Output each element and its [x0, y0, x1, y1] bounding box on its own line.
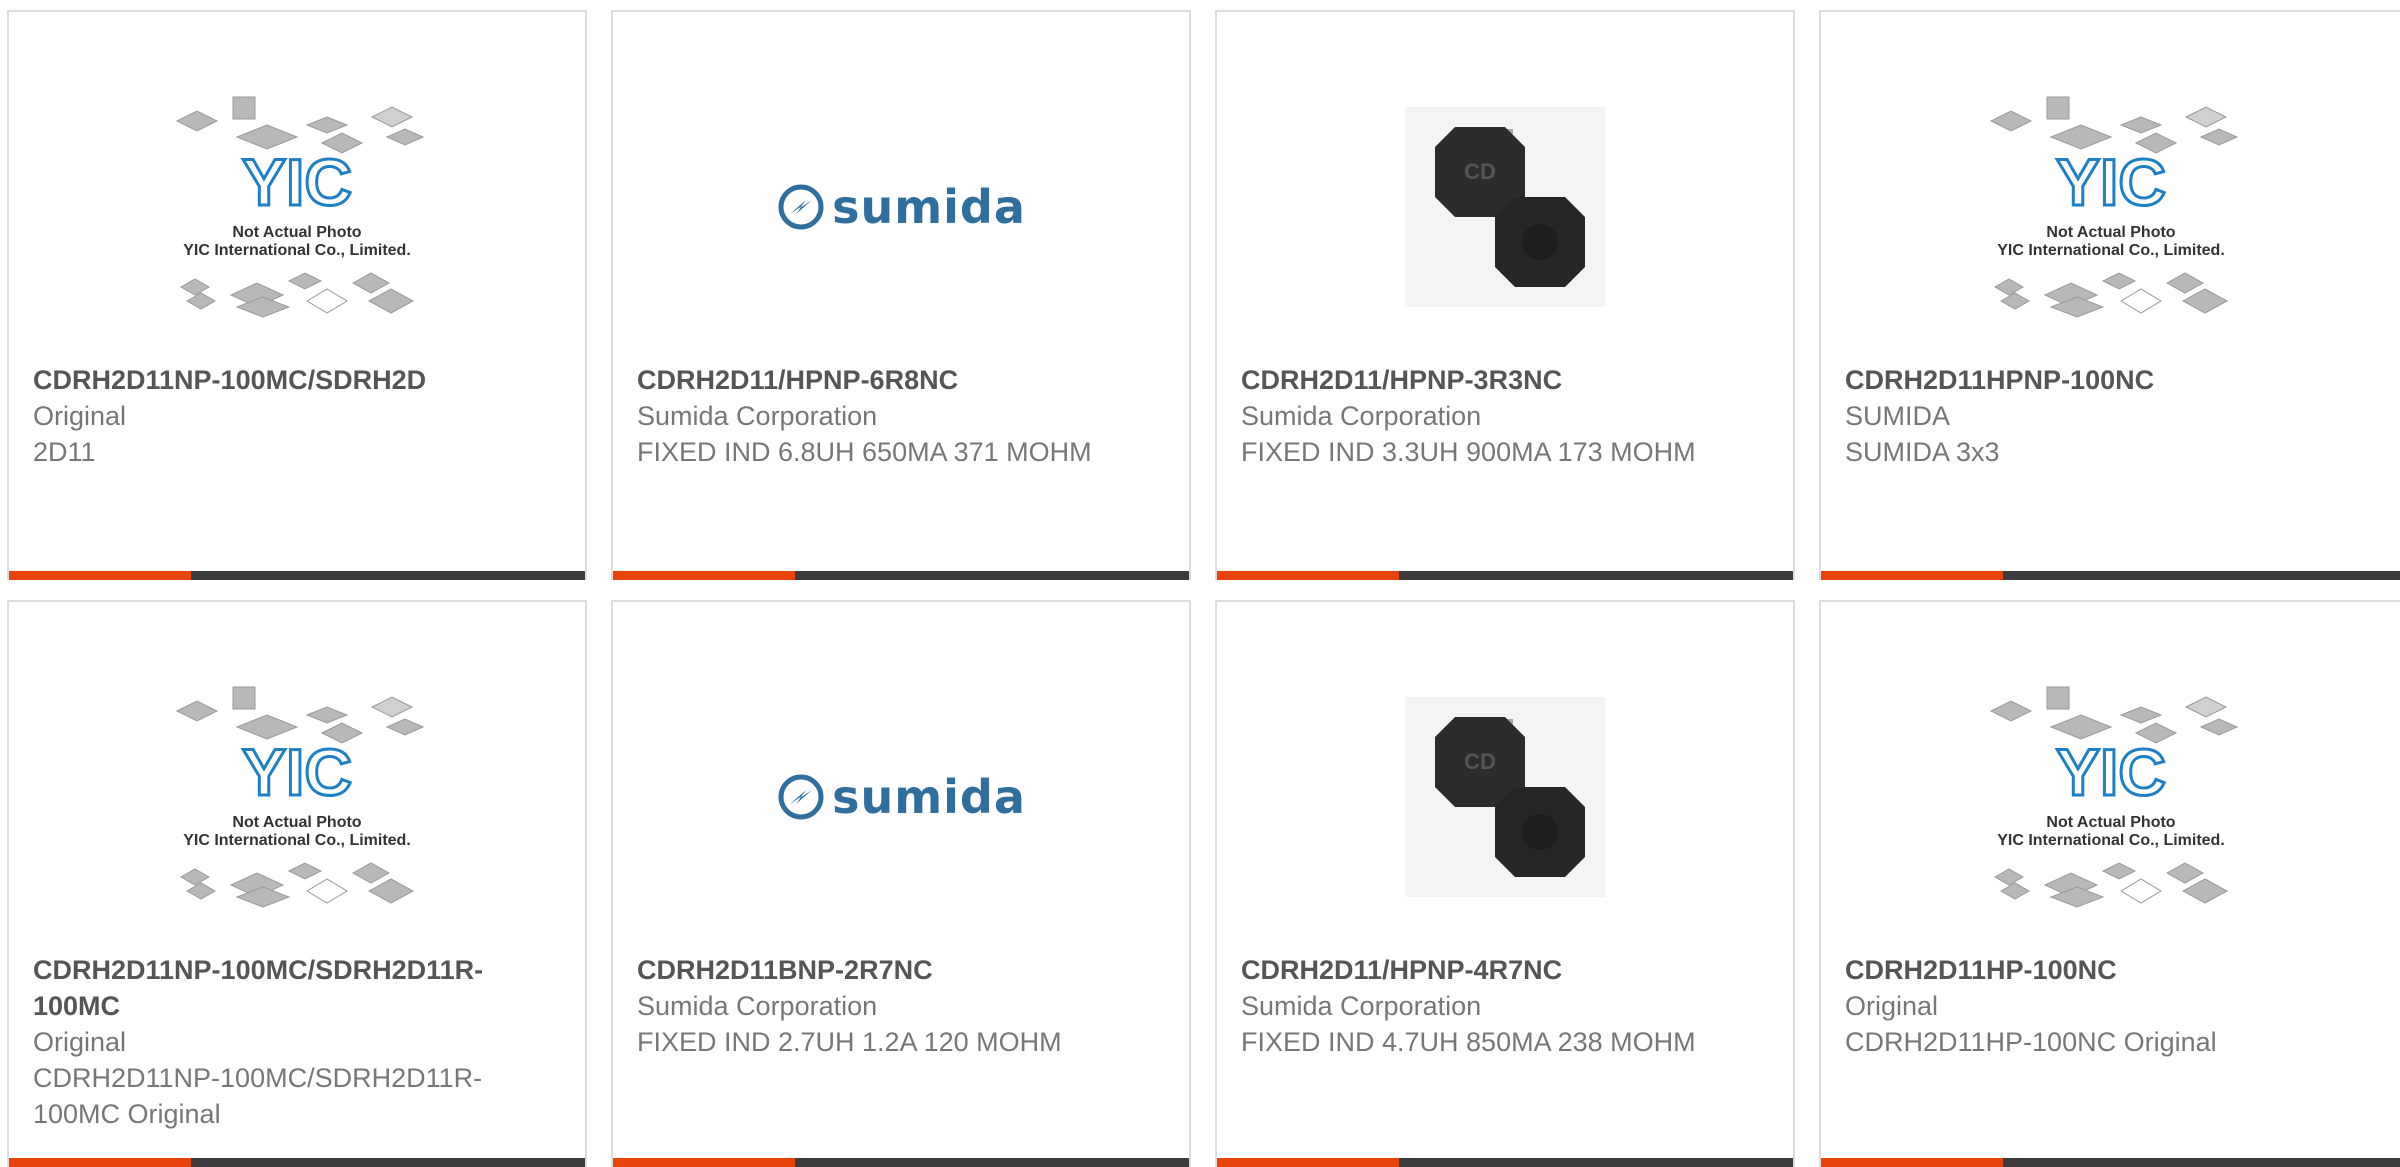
sumida-logo: sumida	[776, 180, 1026, 234]
part-number[interactable]: CDRH2D11/HPNP-6R8NC	[637, 362, 1165, 398]
svg-text:Not Actual Photo: Not Actual Photo	[2046, 224, 2175, 241]
product-image-yic-placeholder[interactable]: YIC Not Actual Photo YIC International C…	[33, 62, 561, 352]
product-card[interactable]: YIC Not Actual Photo YIC International C…	[7, 600, 587, 1167]
description: FIXED IND 2.7UH 1.2A 120 MOHM	[637, 1027, 1062, 1057]
manufacturer: SUMIDA	[1845, 401, 1951, 431]
manufacturer: Sumida Corporation	[637, 991, 878, 1021]
svg-text:YIC: YIC	[242, 735, 352, 809]
description: FIXED IND 6.8UH 650MA 371 MOHM	[637, 437, 1092, 467]
sumida-logo: sumida	[776, 770, 1026, 824]
card-bottom-bar	[1217, 1158, 1793, 1167]
manufacturer: Original	[33, 401, 127, 431]
inductor-photo-icon: CD	[1405, 107, 1605, 307]
svg-text:CD: CD	[1464, 749, 1496, 774]
product-card[interactable]: CD CDRH2D11/HPNP-3R3NC Sumida Corporatio…	[1215, 10, 1795, 580]
svg-text:CD: CD	[1464, 159, 1496, 184]
description: CDRH2D11HP-100NC Original	[1845, 1027, 2217, 1057]
svg-text:Not Actual Photo: Not Actual Photo	[2046, 814, 2175, 831]
card-bottom-bar	[613, 1158, 1189, 1167]
description: SUMIDA 3x3	[1845, 437, 2000, 467]
svg-text:YIC: YIC	[2055, 735, 2165, 809]
card-bottom-bar	[613, 571, 1189, 580]
product-card[interactable]: YIC Not Actual Photo YIC International C…	[1819, 10, 2400, 580]
svg-text:Not Actual Photo: Not Actual Photo	[232, 814, 361, 831]
product-card[interactable]: YIC Not Actual Photo YIC International C…	[1819, 600, 2400, 1167]
sumida-wordmark: sumida	[832, 180, 1026, 234]
svg-text:YIC International Co., Limited: YIC International Co., Limited.	[183, 832, 411, 849]
part-number[interactable]: CDRH2D11/HPNP-4R7NC	[1241, 952, 1769, 988]
svg-text:YIC: YIC	[242, 145, 352, 219]
description: CDRH2D11NP-100MC/SDRH2D11R-100MC Origina…	[33, 1063, 483, 1129]
part-number[interactable]: CDRH2D11NP-100MC/SDRH2D11R-100MC	[33, 952, 561, 1024]
product-image-inductor-photo[interactable]: CD	[1241, 652, 1769, 942]
product-image-sumida-logo[interactable]: sumida	[637, 62, 1165, 352]
card-bottom-bar	[1821, 571, 2400, 580]
manufacturer: Original	[33, 1027, 127, 1057]
product-card[interactable]: sumida CDRH2D11/HPNP-6R8NC Sumida Corpor…	[611, 10, 1191, 580]
svg-text:Not Actual Photo: Not Actual Photo	[232, 224, 361, 241]
product-image-yic-placeholder[interactable]: YIC Not Actual Photo YIC International C…	[1845, 62, 2376, 352]
manufacturer: Sumida Corporation	[637, 401, 878, 431]
chip-placeholder-icon: YIC Not Actual Photo YIC International C…	[175, 686, 425, 908]
part-number[interactable]: CDRH2D11/HPNP-3R3NC	[1241, 362, 1769, 398]
manufacturer: Sumida Corporation	[1241, 991, 1482, 1021]
chip-placeholder-icon: YIC Not Actual Photo YIC International C…	[1989, 96, 2238, 318]
card-bottom-bar	[1217, 571, 1793, 580]
product-card[interactable]: CD CDRH2D11/HPNP-4R7NC Sumida Corporatio…	[1215, 600, 1795, 1167]
chip-placeholder-icon: YIC Not Actual Photo YIC International C…	[175, 96, 425, 318]
description: FIXED IND 3.3UH 900MA 173 MOHM	[1241, 437, 1696, 467]
sumida-mark-icon	[778, 774, 824, 820]
svg-text:YIC: YIC	[2055, 145, 2165, 219]
product-image-inductor-photo[interactable]: CD	[1241, 62, 1769, 352]
part-number[interactable]: CDRH2D11HPNP-100NC	[1845, 362, 2376, 398]
svg-text:YIC International Co., Limited: YIC International Co., Limited.	[1997, 832, 2225, 849]
product-image-yic-placeholder[interactable]: YIC Not Actual Photo YIC International C…	[33, 652, 561, 942]
card-bottom-bar	[9, 571, 585, 580]
svg-text:YIC International Co., Limited: YIC International Co., Limited.	[183, 242, 411, 259]
card-bottom-bar	[9, 1158, 585, 1167]
svg-text:YIC International Co., Limited: YIC International Co., Limited.	[1997, 242, 2225, 259]
inductor-photo-icon: CD	[1405, 697, 1605, 897]
description: FIXED IND 4.7UH 850MA 238 MOHM	[1241, 1027, 1696, 1057]
part-number[interactable]: CDRH2D11BNP-2R7NC	[637, 952, 1165, 988]
manufacturer: Original	[1845, 991, 1939, 1021]
part-number[interactable]: CDRH2D11HP-100NC	[1845, 952, 2376, 988]
product-card[interactable]: sumida CDRH2D11BNP-2R7NC Sumida Corporat…	[611, 600, 1191, 1167]
sumida-wordmark: sumida	[832, 770, 1026, 824]
manufacturer: Sumida Corporation	[1241, 401, 1482, 431]
product-image-yic-placeholder[interactable]: YIC Not Actual Photo YIC International C…	[1845, 652, 2376, 942]
product-card[interactable]: YIC Not Actual Photo YIC International C…	[7, 10, 587, 580]
sumida-mark-icon	[778, 184, 824, 230]
description: 2D11	[33, 437, 96, 467]
card-bottom-bar	[1821, 1158, 2400, 1167]
part-number[interactable]: CDRH2D11NP-100MC/SDRH2D	[33, 362, 561, 398]
product-image-sumida-logo[interactable]: sumida	[637, 652, 1165, 942]
chip-placeholder-icon: YIC Not Actual Photo YIC International C…	[1989, 686, 2238, 908]
